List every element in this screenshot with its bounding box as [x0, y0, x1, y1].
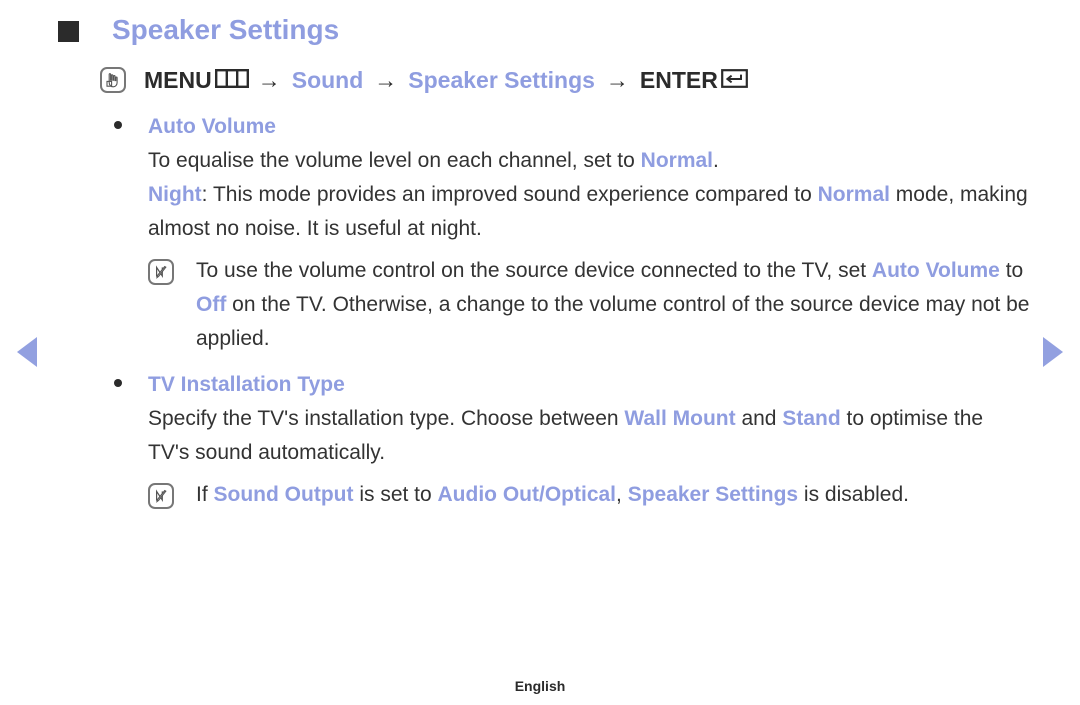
next-page-arrow-icon[interactable] [1043, 337, 1063, 367]
path-arrow-2: → [374, 67, 398, 93]
section-auto-volume: Auto Volume To equalise the volume level… [100, 110, 1030, 356]
section-label-tv-installation-type: TV Installation Type [148, 373, 345, 396]
note-block: To use the volume control on the source … [148, 254, 1030, 356]
path-sound-label: Sound [291, 67, 364, 93]
path-arrow-3: → [605, 67, 629, 93]
enter-label: ENTER [639, 67, 718, 93]
note-badge-icon [148, 483, 174, 509]
paragraph: Specify the TV's installation type. Choo… [148, 407, 984, 464]
path-speaker-settings-label: Speaker Settings [408, 67, 595, 93]
note-text: If Sound Output is set to Audio Out/Opti… [196, 483, 909, 506]
hand-pointer-icon [100, 67, 126, 93]
square-bullet-icon [58, 21, 79, 42]
previous-page-arrow-icon[interactable] [17, 337, 37, 367]
section-tv-installation-type: TV Installation Type Specify the TV's in… [100, 368, 1030, 512]
page-title-row: Speaker Settings [58, 12, 339, 48]
page-title: Speaker Settings [112, 14, 340, 45]
note-text: To use the volume control on the source … [196, 259, 1030, 350]
note-badge-icon [148, 259, 174, 285]
menu-path-breadcrumb: MENU → Sound → Speaker Settings → ENTER [100, 62, 1030, 98]
content-column: MENU → Sound → Speaker Settings → ENTER [100, 62, 1030, 512]
paragraph: Night: This mode provides an improved so… [148, 183, 1028, 240]
path-arrow-1: → [257, 67, 281, 93]
section-heading: Auto Volume [100, 110, 1030, 144]
menu-grid-icon [214, 62, 249, 98]
section-label-auto-volume: Auto Volume [148, 115, 276, 138]
paragraph: To equalise the volume level on each cha… [148, 149, 719, 172]
manual-page: Speaker Settings MENU → Sound → Speaker … [0, 0, 1080, 705]
menu-label: MENU [144, 67, 212, 93]
round-bullet-icon [114, 121, 122, 129]
section-heading: TV Installation Type [100, 368, 1030, 402]
footer-language: English [514, 678, 566, 694]
return-key-icon [720, 62, 748, 98]
note-block: If Sound Output is set to Audio Out/Opti… [148, 478, 1030, 512]
round-bullet-icon [114, 379, 122, 387]
